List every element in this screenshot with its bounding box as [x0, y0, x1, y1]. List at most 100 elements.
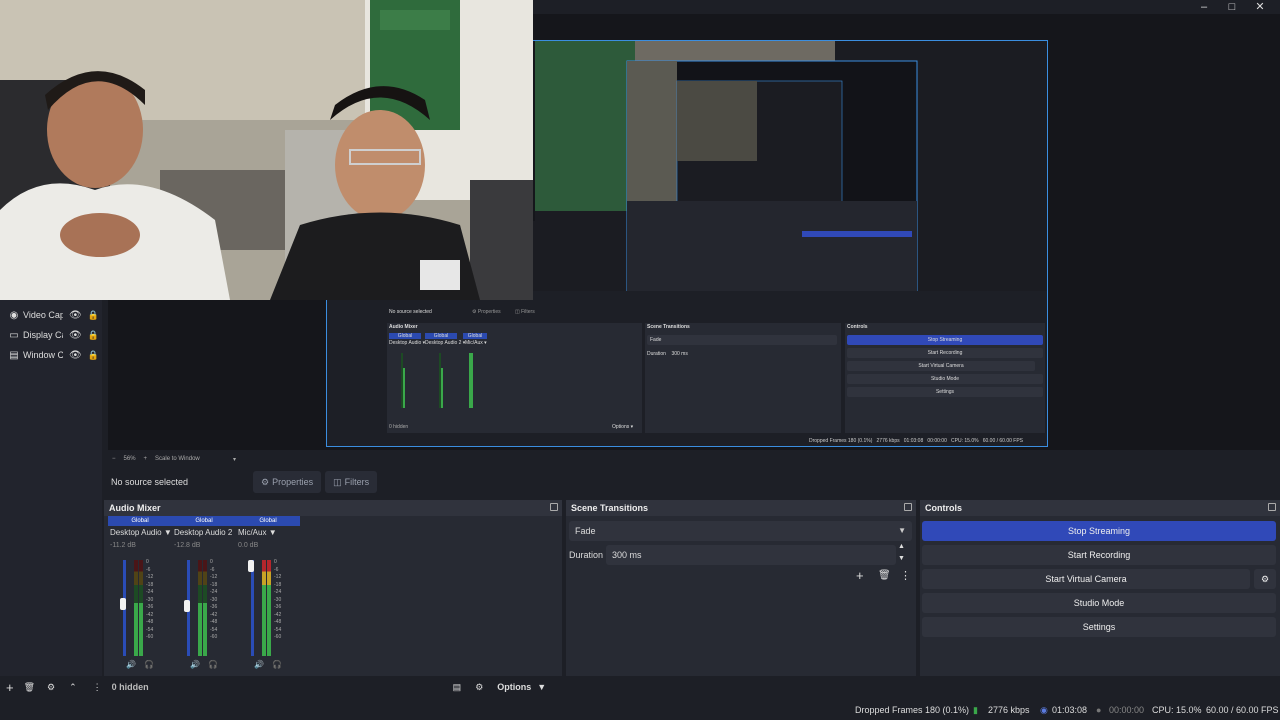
duration-value: 300 ms [612, 550, 642, 560]
add-transition-icon[interactable]: + [856, 568, 864, 583]
db-scale-tick: -48 [146, 619, 154, 625]
chevron-down-icon[interactable]: ▾ [233, 456, 236, 463]
stream-icon: ◉ [1040, 705, 1048, 715]
studio-mode-button[interactable]: Studio Mode [922, 593, 1276, 613]
settings-button[interactable]: Settings [922, 617, 1276, 637]
stream-time: 01:03:08 [1052, 705, 1088, 715]
options-button[interactable]: Options [497, 682, 531, 692]
filters-button[interactable]: ◫ Filters [325, 471, 378, 493]
db-scale-tick: -54 [146, 626, 154, 633]
source-item[interactable]: ◉ Video Cap 👁 🔒 [0, 305, 102, 325]
speaker-icon[interactable]: 🔊 [190, 660, 200, 669]
db-scale-tick: -54 [274, 626, 282, 633]
db-scale-tick: -30 [274, 596, 282, 603]
add-source-icon[interactable]: + [6, 680, 14, 695]
db-scale-tick: 0 [146, 559, 149, 565]
sources-dock: ◉ Video Cap 👁 🔒 ▭ Display Ca 👁 🔒 ▤ Windo… [0, 300, 102, 676]
volume-fader-handle[interactable] [120, 597, 126, 610]
trash-icon[interactable]: 🗑 [24, 682, 35, 693]
source-label: Window C [23, 350, 63, 360]
eye-icon[interactable]: 👁 [69, 350, 82, 361]
dock-float-icon[interactable] [1268, 503, 1276, 511]
db-scale-tick: -60 [146, 634, 154, 640]
lock-icon[interactable]: 🔒 [88, 350, 99, 361]
layout-icon[interactable]: ▤ [453, 682, 462, 693]
level-meter [262, 560, 266, 656]
lock-icon[interactable]: 🔒 [88, 330, 99, 341]
eye-icon[interactable]: 👁 [69, 330, 82, 341]
channel-name[interactable]: Mic/Aux ▼ [238, 528, 300, 537]
db-scale-tick: -30 [146, 596, 154, 603]
minimize-button[interactable]: – [1192, 0, 1216, 14]
more-options-icon[interactable]: ⋮ [93, 682, 102, 693]
volume-fader-track[interactable] [251, 560, 254, 656]
db-scale-tick: -36 [146, 604, 154, 610]
speaker-icon[interactable]: 🔊 [254, 660, 264, 669]
zoom-in-button[interactable]: + [144, 456, 148, 462]
db-scale-tick: -54 [210, 626, 218, 633]
zoom-out-button[interactable]: − [112, 456, 116, 462]
source-item[interactable]: ▤ Window C 👁 🔒 [0, 345, 102, 365]
eye-icon[interactable]: 👁 [69, 310, 82, 321]
no-source-label: No source selected [111, 477, 189, 487]
filters-icon[interactable]: ⚙ [475, 682, 483, 693]
start-virtual-camera-button[interactable]: Start Virtual Camera [922, 569, 1250, 589]
channel-global-label: Global [236, 516, 300, 526]
source-label: Display Ca [23, 330, 63, 340]
duration-input[interactable]: 300 ms [606, 545, 896, 565]
chevron-up-icon[interactable]: ⌃ [69, 682, 77, 693]
gear-icon[interactable]: ⚙ [47, 682, 55, 693]
db-scale: 0 -6 -12 -18 -24 -30 -36 -42 -48 -54 -60 [274, 559, 281, 642]
more-options-icon[interactable]: ⋮ [900, 569, 911, 582]
maximize-button[interactable]: □ [1220, 0, 1244, 14]
channel-name[interactable]: Desktop Audio 2 ▼ [174, 528, 236, 537]
dock-float-icon[interactable] [904, 503, 912, 511]
transition-select[interactable]: Fade ▼ [569, 521, 912, 541]
obs-studio-window: – □ ✕ No source selected ⚙ Properties ◫ … [0, 0, 1280, 720]
trash-icon[interactable]: 🗑 [878, 570, 891, 581]
gear-icon: ⚙ [261, 476, 270, 487]
close-window-button[interactable]: ✕ [1248, 0, 1272, 14]
channel-db: -12.8 dB [174, 542, 201, 549]
level-meter-fill [203, 603, 207, 656]
bitrate: 2776 kbps [988, 705, 1030, 715]
monitor-audio-icon[interactable]: 🎧 [208, 660, 218, 669]
db-scale-tick: -48 [210, 619, 218, 625]
virtual-camera-settings-button[interactable]: ⚙ [1254, 569, 1276, 589]
webcam-image [0, 0, 533, 300]
speaker-icon[interactable]: 🔊 [126, 660, 136, 669]
db-scale-tick: -18 [274, 581, 282, 588]
monitor-audio-icon[interactable]: 🎧 [144, 660, 154, 669]
lock-icon[interactable]: 🔒 [88, 310, 99, 321]
scale-mode-select[interactable]: Scale to Window [155, 456, 225, 462]
scene-transitions-title: Scene Transitions [566, 500, 916, 516]
volume-fader-handle[interactable] [248, 560, 254, 572]
volume-fader-handle[interactable] [184, 600, 190, 613]
start-recording-button[interactable]: Start Recording [922, 545, 1276, 565]
monitor-audio-icon[interactable]: 🎧 [272, 660, 282, 669]
chevron-down-icon[interactable]: ▼ [537, 682, 546, 692]
db-scale-tick: -12 [146, 574, 154, 580]
stop-streaming-button[interactable]: Stop Streaming [922, 521, 1276, 541]
stepper-up-icon[interactable]: ▲ [898, 543, 905, 550]
controls-title: Controls [920, 500, 1280, 516]
chevron-down-icon: ▼ [163, 528, 172, 537]
dock-float-icon[interactable] [550, 503, 558, 511]
channel-db: -11.2 dB [110, 542, 136, 549]
source-item[interactable]: ▭ Display Ca 👁 🔒 [0, 325, 102, 345]
db-scale-tick: -36 [210, 604, 218, 610]
properties-label: Properties [272, 477, 314, 487]
filter-icon: ◫ [333, 476, 342, 487]
cpu-usage: CPU: 15.0% [1152, 705, 1202, 715]
chevron-down-icon: ▼ [268, 528, 277, 537]
db-scale-tick: -42 [146, 611, 154, 618]
db-scale-tick: -18 [146, 581, 154, 588]
mixer-channel: Global Mic/Aux ▼ 0.0 dB 0 -6 -12 -18 -24 -30 -36-… [236, 516, 300, 672]
properties-button[interactable]: ⚙ Properties [253, 471, 322, 493]
channel-name[interactable]: Desktop Audio ▼ [110, 528, 172, 537]
stepper-down-icon[interactable]: ▼ [898, 555, 905, 562]
level-meter [267, 560, 271, 656]
channel-global-label: Global [172, 516, 236, 526]
db-scale-tick: -60 [274, 634, 282, 640]
db-scale-tick: -24 [274, 589, 282, 595]
